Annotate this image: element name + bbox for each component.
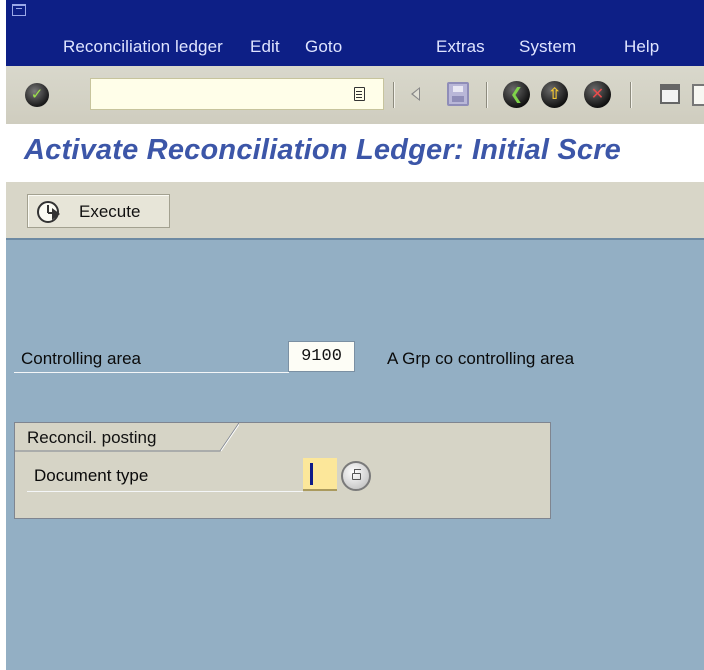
back-triangle-icon[interactable] bbox=[411, 87, 420, 101]
controlling-area-label: Controlling area bbox=[21, 349, 142, 368]
save-icon[interactable] bbox=[447, 82, 469, 106]
menu-edit[interactable]: Edit bbox=[250, 37, 280, 57]
system-menu-icon[interactable] bbox=[12, 4, 26, 16]
back-icon[interactable]: ❮ bbox=[503, 81, 530, 108]
page-title: Activate Reconciliation Ledger: Initial … bbox=[24, 134, 622, 166]
cancel-icon[interactable]: ✕ bbox=[584, 81, 611, 108]
menu-system[interactable]: System bbox=[519, 37, 576, 57]
groupbox-title: Reconcil. posting bbox=[27, 428, 157, 447]
command-field[interactable] bbox=[90, 78, 384, 110]
print-icon[interactable] bbox=[660, 84, 680, 104]
controlling-area-description: A Grp co controlling area bbox=[387, 349, 575, 368]
menu-reconciliation-ledger[interactable]: Reconciliation ledger bbox=[63, 37, 223, 57]
toolbar-separator bbox=[630, 82, 631, 108]
find-icon[interactable] bbox=[692, 84, 704, 106]
document-type-label: Document type bbox=[34, 466, 149, 485]
standard-toolbar: ✓ ❮ ⇧ ✕ bbox=[6, 66, 704, 125]
menu-goto[interactable]: Goto bbox=[305, 37, 342, 57]
toolbar-separator bbox=[393, 82, 394, 108]
execute-button-label: Execute bbox=[79, 202, 141, 221]
menu-help[interactable]: Help bbox=[624, 37, 659, 57]
document-type-input[interactable] bbox=[303, 458, 337, 491]
menu-bar: Reconciliation ledger Edit Goto Extras S… bbox=[6, 0, 704, 66]
controlling-area-value[interactable]: 9100 bbox=[288, 341, 355, 372]
text-cursor bbox=[310, 463, 313, 485]
enter-checkmark-icon[interactable]: ✓ bbox=[25, 83, 49, 107]
exit-icon[interactable]: ⇧ bbox=[541, 81, 568, 108]
controlling-area-label-underline bbox=[14, 372, 289, 373]
toolbar-separator bbox=[486, 82, 487, 108]
execute-arrow-icon bbox=[52, 208, 60, 220]
command-history-icon[interactable] bbox=[354, 87, 365, 101]
menu-extras[interactable]: Extras bbox=[436, 37, 485, 57]
execute-button[interactable]: Execute bbox=[27, 194, 170, 228]
value-help-button[interactable] bbox=[341, 461, 371, 491]
document-type-label-underline bbox=[27, 491, 303, 492]
